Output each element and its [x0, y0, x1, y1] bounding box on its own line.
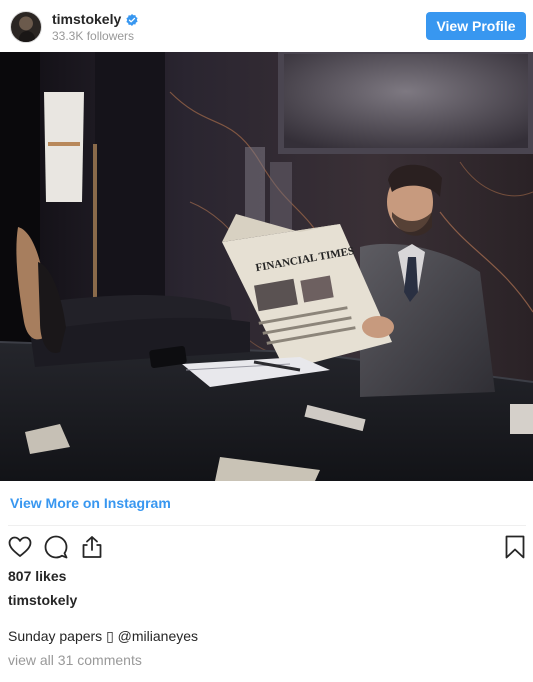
post-photo[interactable]: FINANCIAL TIMES: [0, 52, 533, 481]
like-count[interactable]: 807 likes: [8, 568, 66, 584]
caption-username[interactable]: timstokely: [8, 592, 77, 608]
bookmark-icon[interactable]: [502, 534, 528, 560]
view-all-comments-link[interactable]: view all 31 comments: [8, 652, 142, 668]
view-profile-button[interactable]: View Profile: [426, 12, 526, 40]
post-header: timstokely 33.3K followers View Profile: [0, 0, 533, 52]
view-more-on-instagram-link[interactable]: View More on Instagram: [10, 495, 171, 511]
comment-icon[interactable]: [43, 534, 69, 560]
heart-icon[interactable]: [7, 534, 33, 560]
action-bar: [0, 532, 533, 562]
caption-mention-link[interactable]: @milianeyes: [118, 628, 198, 644]
instagram-embed: timstokely 33.3K followers View Profile: [0, 0, 533, 682]
avatar[interactable]: [10, 11, 42, 43]
username-row: timstokely: [52, 11, 138, 27]
caption: Sunday papers ▯ @milianeyes: [8, 628, 198, 645]
divider: [8, 525, 526, 526]
caption-text: Sunday papers ▯: [8, 628, 118, 644]
username[interactable]: timstokely: [52, 11, 121, 27]
share-icon[interactable]: [79, 534, 105, 560]
verified-badge-icon: [126, 13, 138, 26]
follower-count: 33.3K followers: [52, 29, 135, 43]
